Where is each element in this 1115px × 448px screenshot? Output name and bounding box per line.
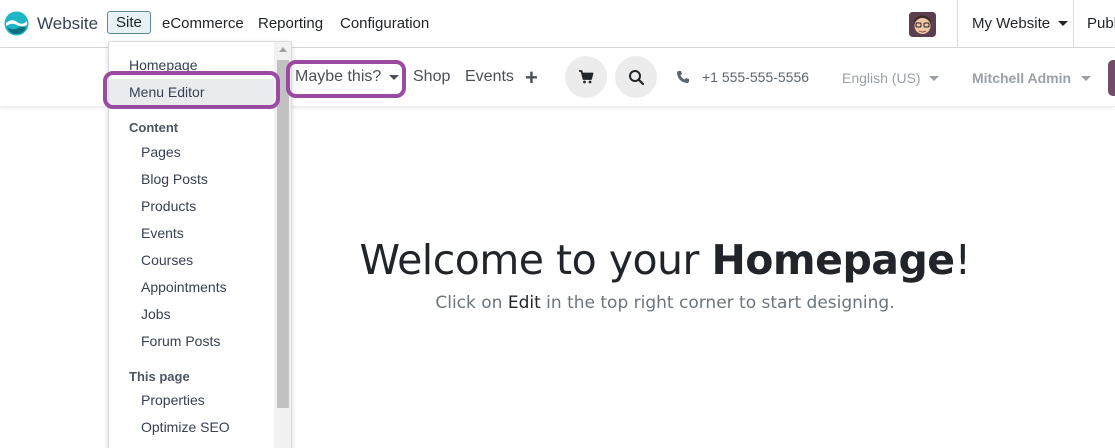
edit-button[interactable]	[1108, 60, 1115, 96]
annotation-highlight-maybe-this	[286, 60, 406, 98]
user-menu[interactable]: Mitchell Admin	[972, 70, 1092, 86]
phone-number: +1 555-555-5556	[702, 69, 810, 85]
caret-down-icon	[928, 75, 939, 81]
menu-item-pages[interactable]: Pages	[141, 144, 181, 160]
subtitle-end-text: in the top right corner to start designi…	[540, 293, 895, 313]
caret-down-icon	[1058, 21, 1069, 26]
search-icon	[628, 69, 644, 85]
title-end-text: !	[954, 236, 971, 284]
my-website-dropdown[interactable]: My Website	[964, 12, 1076, 35]
search-button[interactable]	[615, 56, 657, 98]
nav-events[interactable]: Events	[465, 68, 514, 86]
menu-site[interactable]: Site	[107, 11, 151, 34]
menu-item-optimize-seo[interactable]: Optimize SEO	[141, 419, 230, 435]
user-name: Mitchell Admin	[972, 70, 1072, 86]
divider	[1073, 0, 1074, 48]
website-logo-icon	[4, 11, 29, 36]
divider	[957, 0, 958, 48]
scrollbar-thumb[interactable]	[277, 60, 289, 408]
title-text: Welcome to your	[359, 236, 712, 284]
menu-item-blog-posts[interactable]: Blog Posts	[141, 171, 208, 187]
my-website-label: My Website	[972, 15, 1051, 32]
language-selector[interactable]: English (US)	[842, 70, 939, 86]
menu-item-products[interactable]: Products	[141, 198, 196, 214]
cart-button[interactable]	[565, 56, 607, 98]
cart-icon	[579, 70, 594, 84]
phone-icon	[677, 71, 689, 83]
menu-item-events[interactable]: Events	[141, 225, 184, 241]
nav-shop[interactable]: Shop	[413, 68, 450, 86]
section-header-content: Content	[129, 120, 179, 135]
subtitle-edit-word: Edit	[507, 293, 541, 313]
menu-item-courses[interactable]: Courses	[141, 252, 193, 268]
menu-reporting[interactable]: Reporting	[250, 12, 331, 35]
title-bold-text: Homepage	[711, 236, 955, 284]
brand[interactable]: Website	[4, 11, 98, 36]
subtitle-text: Click on	[435, 293, 508, 313]
menu-item-properties[interactable]: Properties	[141, 392, 205, 408]
menu-item-appointments[interactable]: Appointments	[141, 279, 227, 295]
menu-item-jobs[interactable]: Jobs	[141, 306, 171, 322]
section-header-this-page: This page	[129, 369, 190, 384]
publish-button[interactable]: Publi	[1079, 12, 1115, 35]
scroll-up-arrow-icon[interactable]	[279, 47, 287, 52]
user-avatar[interactable]	[909, 12, 936, 37]
plus-icon[interactable]: +	[525, 65, 538, 91]
menu-item-forum-posts[interactable]: Forum Posts	[141, 333, 220, 349]
menu-ecommerce[interactable]: eCommerce	[154, 12, 252, 35]
phone-contact[interactable]: +1 555-555-5556	[676, 69, 809, 85]
language-label: English (US)	[842, 70, 921, 86]
app-name: Website	[37, 13, 99, 33]
annotation-highlight-menu-editor	[103, 71, 280, 109]
caret-down-icon	[1081, 75, 1092, 81]
menu-configuration[interactable]: Configuration	[332, 12, 437, 35]
avatar-face-icon	[909, 12, 936, 37]
